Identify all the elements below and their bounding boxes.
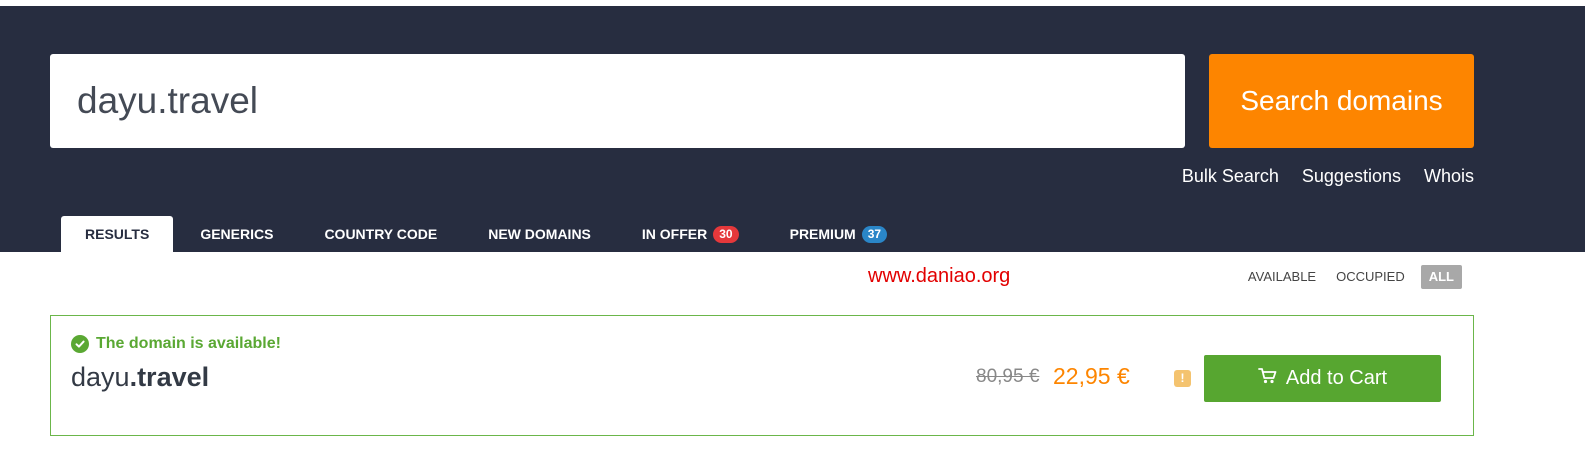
- filter-occupied[interactable]: OCCUPIED: [1332, 265, 1409, 289]
- tab-generics-label: GENERICS: [200, 226, 274, 242]
- current-price: 22,95 €: [1053, 363, 1130, 389]
- exclamation-icon[interactable]: !: [1174, 370, 1191, 387]
- whois-link[interactable]: Whois: [1424, 164, 1474, 188]
- availability-filters: AVAILABLE OCCUPIED ALL: [1244, 265, 1462, 289]
- suggestions-link[interactable]: Suggestions: [1302, 164, 1401, 188]
- add-to-cart-button[interactable]: Add to Cart: [1204, 355, 1441, 402]
- tab-generics[interactable]: GENERICS: [176, 216, 297, 252]
- search-sub-links: Bulk Search Suggestions Whois: [1182, 164, 1474, 188]
- watermark-text: www.daniao.org: [868, 265, 1011, 287]
- tab-results[interactable]: RESULTS: [61, 216, 174, 252]
- tab-country-code[interactable]: COUNTRY CODE: [300, 216, 461, 252]
- tab-in-offer-label: IN OFFER: [641, 226, 708, 242]
- tab-premium-label: PREMIUM: [789, 226, 856, 242]
- domain-result-card: The domain is available! dayu.travel 80,…: [50, 315, 1474, 436]
- domain-name: dayu.travel: [71, 362, 209, 393]
- domain-search-input[interactable]: dayu.travel: [50, 54, 1185, 148]
- add-to-cart-label: Add to Cart: [1285, 367, 1388, 389]
- result-tabs: RESULTS GENERICS COUNTRY CODE NEW DOMAIN…: [61, 216, 911, 252]
- tab-premium[interactable]: PREMIUM 37: [766, 216, 911, 252]
- cart-icon: [1258, 367, 1278, 390]
- tab-country-code-label: COUNTRY CODE: [324, 226, 438, 242]
- original-price: 80,95 €: [976, 366, 1040, 387]
- premium-count-badge: 37: [861, 225, 888, 243]
- search-query-text: dayu.travel: [77, 80, 258, 121]
- domain-base: dayu: [71, 362, 130, 392]
- tab-new-domains-label: NEW DOMAINS: [488, 226, 591, 242]
- tab-results-label: RESULTS: [85, 226, 150, 242]
- filter-all[interactable]: ALL: [1420, 265, 1462, 289]
- tab-new-domains[interactable]: NEW DOMAINS: [464, 216, 615, 252]
- in-offer-count-badge: 30: [713, 225, 739, 243]
- check-circle-icon: [71, 335, 89, 353]
- availability-status-text: The domain is available!: [96, 335, 281, 352]
- bulk-search-link[interactable]: Bulk Search: [1182, 164, 1279, 188]
- tab-in-offer[interactable]: IN OFFER 30: [618, 216, 763, 252]
- availability-status: The domain is available!: [71, 335, 281, 353]
- domain-extension: .travel: [129, 362, 210, 392]
- filter-available[interactable]: AVAILABLE: [1244, 265, 1320, 289]
- search-domains-button[interactable]: Search domains: [1209, 54, 1474, 148]
